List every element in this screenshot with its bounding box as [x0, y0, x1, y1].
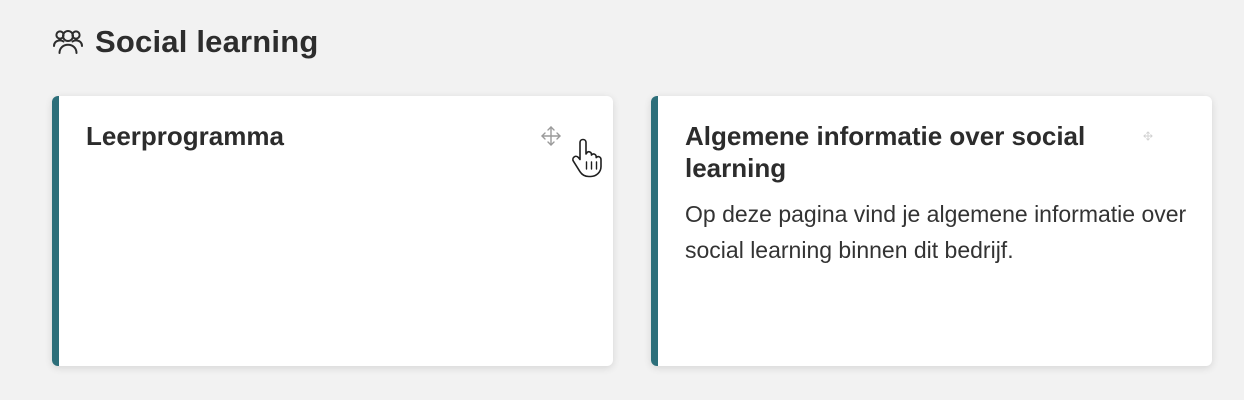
card-leerprogramma[interactable]: Leerprogramma	[52, 96, 613, 366]
move-icon[interactable]	[1142, 130, 1154, 142]
card-algemene-informatie[interactable]: Algemene informatie over social learning…	[651, 96, 1212, 366]
card-title[interactable]: Algemene informatie over social learning	[685, 120, 1138, 184]
card-title[interactable]: Leerprogramma	[86, 120, 539, 152]
move-icon[interactable]	[539, 124, 563, 148]
section-title: Social learning	[95, 24, 319, 59]
section-header: Social learning	[51, 24, 319, 60]
users-group-icon	[51, 25, 85, 59]
card-description: Op deze pagina vind je algemene informat…	[685, 201, 1187, 263]
